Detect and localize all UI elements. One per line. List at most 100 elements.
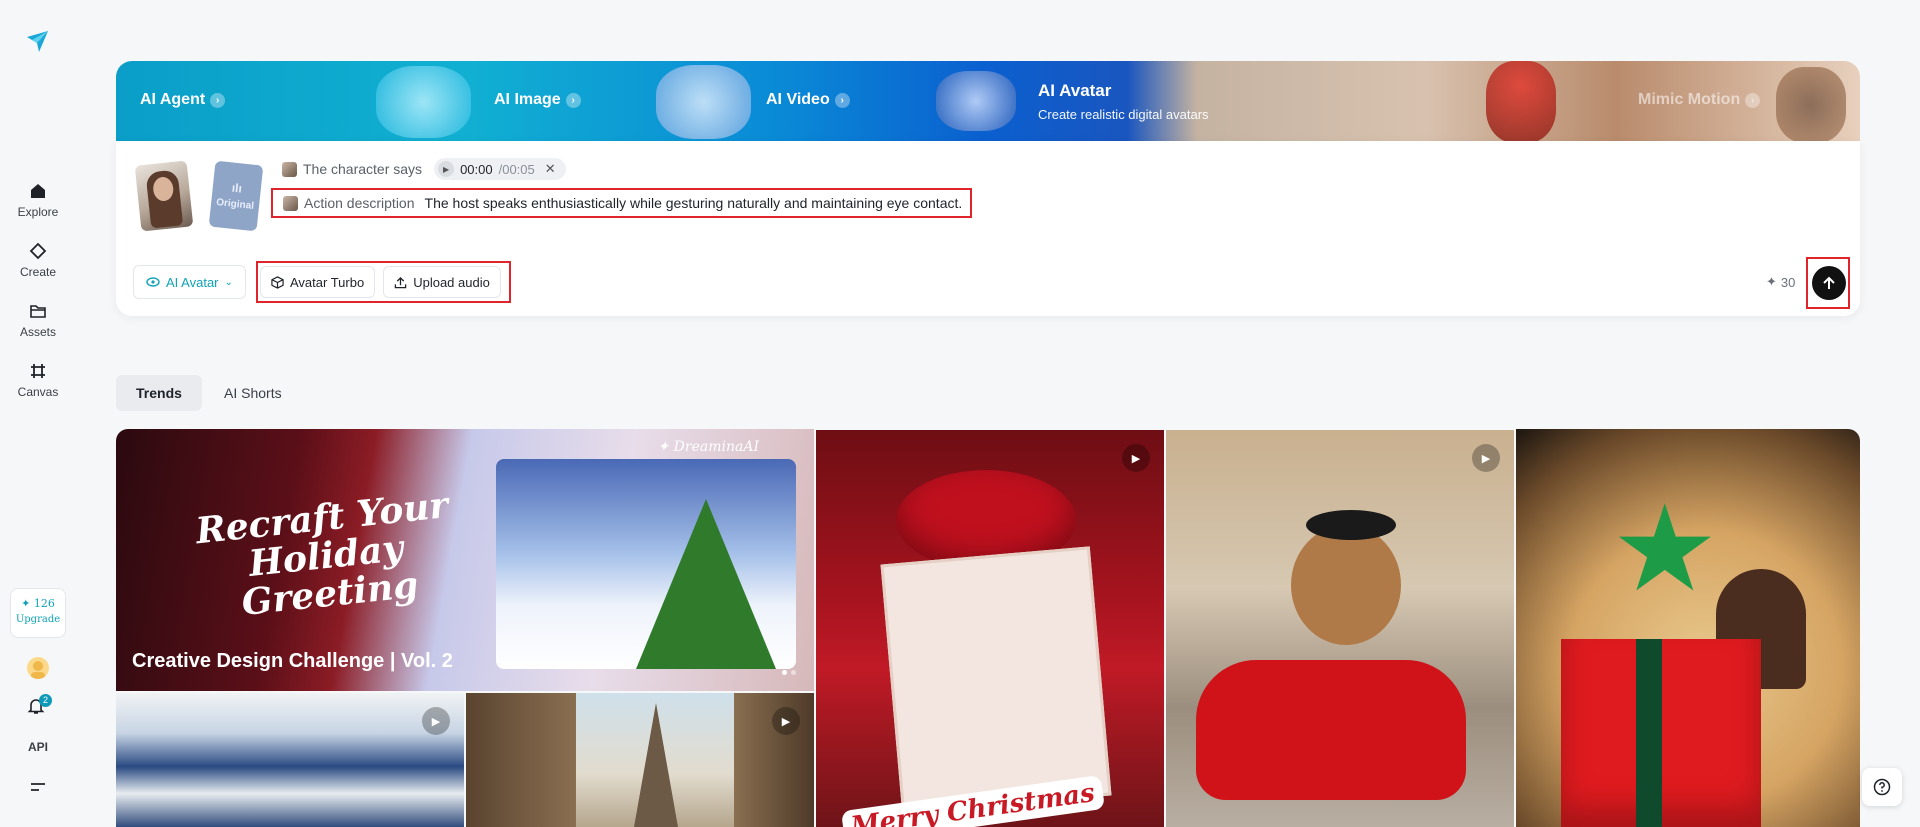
- red-car-image: [1196, 660, 1466, 800]
- api-link[interactable]: API: [0, 740, 76, 754]
- cube-icon: [271, 275, 284, 289]
- avatar-turbo-button[interactable]: Avatar Turbo: [260, 266, 376, 298]
- send-button[interactable]: [1812, 266, 1846, 300]
- building-left-image: [466, 693, 576, 827]
- gallery-item-gift-fisheye[interactable]: ★: [1516, 429, 1860, 827]
- featured-challenge-card[interactable]: Recraft Your Holiday Greeting ✦ Dreamina…: [116, 429, 814, 691]
- gallery-item-ink-landscape[interactable]: ▶: [116, 693, 464, 827]
- upload-audio-button[interactable]: Upload audio: [383, 266, 501, 298]
- chevron-down-icon: ⌄: [224, 276, 233, 288]
- audio-wave-icon: ılı: [231, 180, 243, 196]
- ai-image-illustration: [656, 65, 751, 139]
- tab-label: AI Avatar: [1038, 81, 1112, 100]
- menu-icon[interactable]: [30, 780, 46, 799]
- play-icon[interactable]: ▶: [438, 161, 455, 177]
- folder-icon: [30, 305, 46, 318]
- mode-select-dropdown[interactable]: AI Avatar ⌄: [133, 265, 246, 299]
- ribbon-image: [1636, 639, 1662, 827]
- dog-image: [1291, 525, 1401, 645]
- play-icon: ▶: [772, 707, 800, 735]
- hero-headline: Recraft Your Holiday Greeting: [193, 484, 451, 624]
- audio-current-time: 00:00: [460, 161, 493, 177]
- sidebar-item-assets[interactable]: Assets: [0, 302, 76, 339]
- feature-banner: AI Agent › AI Image › AI Video › AI Avatar …: [116, 61, 1860, 143]
- audio-thumbnail[interactable]: ılı Original: [208, 160, 264, 232]
- sparkle-icon: ✦: [1766, 274, 1777, 289]
- home-icon: [31, 184, 45, 198]
- sidebar-item-label: Assets: [19, 325, 56, 339]
- sidebar-item-explore[interactable]: Explore: [0, 182, 76, 219]
- chevron-right-icon: ›: [834, 92, 850, 108]
- brand-watermark: ✦ DreaminaAI: [657, 439, 760, 455]
- star-balloon-icon: ★: [1611, 482, 1719, 616]
- carousel-dot[interactable]: [782, 670, 787, 675]
- character-says-label: The character says: [303, 161, 423, 177]
- tab-mimic-motion[interactable]: Mimic Motion ›: [1638, 91, 1761, 109]
- beret-image: [1306, 510, 1396, 540]
- tab-ai-image[interactable]: AI Image ›: [494, 91, 581, 109]
- avatar-mini-icon: [283, 195, 298, 211]
- eiffel-tower-image: [634, 703, 678, 827]
- user-avatar[interactable]: [27, 657, 49, 679]
- credits-value: 126: [33, 597, 55, 610]
- tab-ai-video[interactable]: AI Video ›: [766, 91, 850, 109]
- play-icon: ▶: [1122, 444, 1150, 472]
- tab-ai-shorts[interactable]: AI Shorts: [204, 375, 302, 411]
- christmas-tree-image: [636, 499, 776, 669]
- audio-thumbnail-label: Original: [215, 197, 255, 212]
- tab-label: AI Agent: [140, 91, 206, 108]
- play-icon: ▶: [1472, 444, 1500, 472]
- sidebar-item-label: Create: [19, 265, 57, 279]
- avatar-turbo-label: Avatar Turbo: [290, 274, 365, 290]
- credit-cost: ✦ 30: [1766, 274, 1795, 290]
- hero-caption: Creative Design Challenge | Vol. 2: [132, 650, 453, 672]
- action-description-field[interactable]: Action description The host speaks enthu…: [271, 188, 973, 218]
- tab-ai-avatar[interactable]: AI Avatar Create realistic digital avata…: [1038, 81, 1209, 122]
- tab-subtitle: Create realistic digital avatars: [1038, 107, 1209, 122]
- carousel-dot[interactable]: [791, 670, 796, 675]
- close-icon[interactable]: ✕: [545, 161, 556, 177]
- tool-buttons-group: Avatar Turbo Upload audio: [256, 261, 511, 303]
- sidebar-item-label: Canvas: [17, 385, 59, 399]
- action-description-label: Action description: [304, 195, 415, 211]
- dreamina-logo-icon[interactable]: [24, 28, 52, 56]
- send-button-highlight: [1806, 257, 1850, 309]
- canvas-icon: [31, 364, 45, 378]
- character-says-row: The character says ▶ 00:00 /00:05 ✕: [282, 158, 566, 180]
- gallery-item-christmas-card[interactable]: Merry Christmas ▶: [816, 430, 1164, 827]
- credit-cost-value: 30: [1780, 274, 1796, 290]
- tab-label: Mimic Motion: [1638, 91, 1741, 108]
- carousel-dots[interactable]: [782, 670, 796, 675]
- avatar-image-thumbnail[interactable]: [134, 160, 194, 232]
- sidebar-item-canvas[interactable]: Canvas: [0, 362, 76, 399]
- gallery-item-dog-car[interactable]: ▶: [1166, 430, 1514, 827]
- help-button[interactable]: [1862, 768, 1902, 806]
- popup-card-image: [880, 546, 1112, 814]
- avatar-mini-icon: [282, 161, 297, 177]
- chevron-right-icon: ›: [210, 92, 226, 108]
- ai-avatar-illustration: [1486, 61, 1556, 143]
- ai-video-illustration: [936, 71, 1016, 131]
- chevron-right-icon: ›: [565, 92, 581, 108]
- action-description-text[interactable]: The host speaks enthusiastically while g…: [425, 195, 963, 211]
- ai-agent-illustration: [376, 66, 471, 138]
- play-icon: ▶: [422, 707, 450, 735]
- tab-label: AI Video: [766, 91, 830, 108]
- upgrade-label: Upgrade: [15, 614, 61, 625]
- sidebar-item-create[interactable]: Create: [0, 242, 76, 279]
- gallery-item-eiffel-tower[interactable]: ▶: [466, 693, 814, 827]
- mimic-motion-illustration: [1776, 67, 1846, 143]
- help-icon: [1873, 778, 1891, 796]
- diamond-icon: [29, 242, 47, 260]
- sidebar-item-label: Explore: [17, 205, 59, 219]
- mode-label: AI Avatar: [166, 274, 219, 290]
- tab-trends[interactable]: Trends: [116, 375, 202, 411]
- tab-ai-agent[interactable]: AI Agent ›: [140, 91, 226, 109]
- credits-upgrade-button[interactable]: ✦ 126 Upgrade: [10, 588, 66, 638]
- upload-icon: [394, 276, 407, 288]
- tab-label: AI Image: [494, 91, 561, 108]
- chevron-right-icon: ›: [1745, 92, 1761, 108]
- upload-audio-label: Upload audio: [413, 274, 490, 290]
- audio-clip-pill[interactable]: ▶ 00:00 /00:05 ✕: [434, 158, 566, 180]
- notification-badge: 2: [39, 694, 52, 707]
